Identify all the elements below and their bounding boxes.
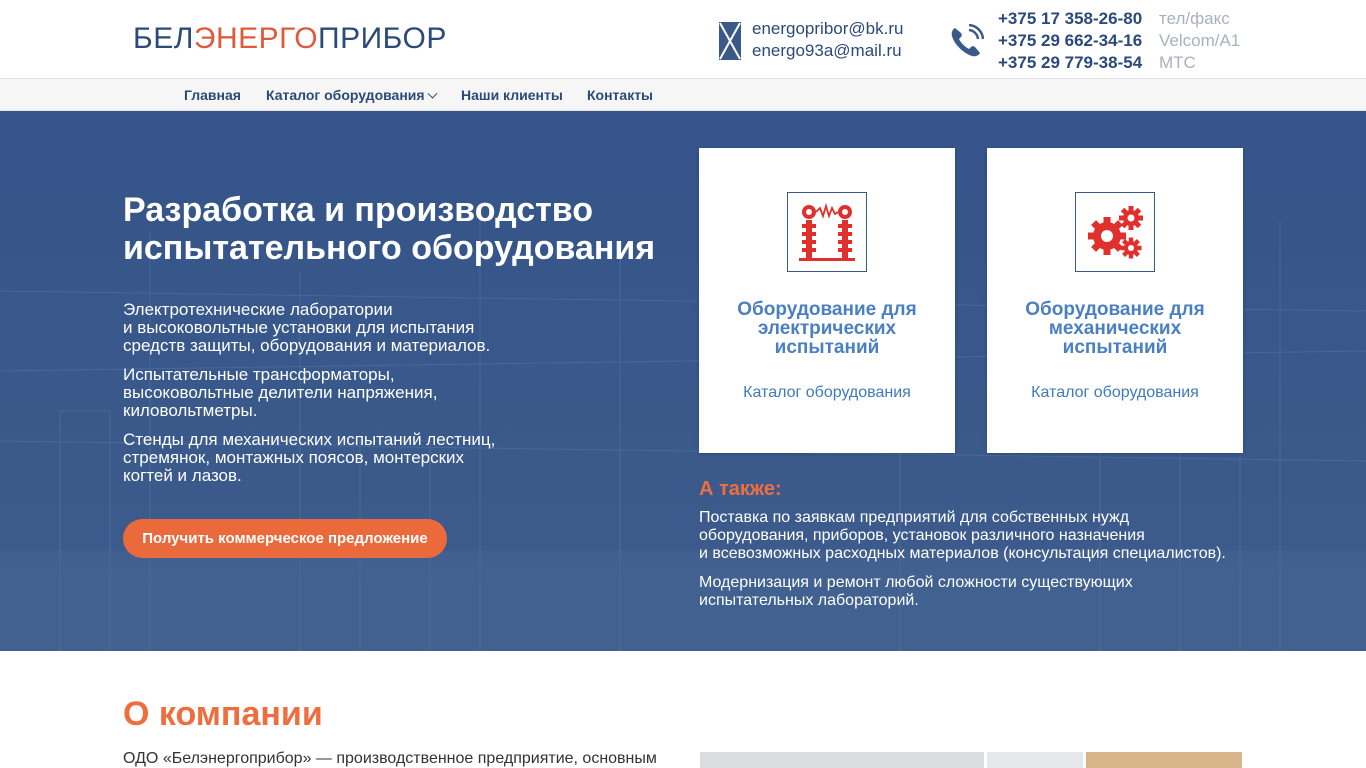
nav-home[interactable]: Главная: [184, 87, 241, 103]
nav-catalog-label: Каталог оборудования: [266, 87, 425, 103]
logo[interactable]: БЕЛЭНЕРГОПРИБОР: [123, 12, 446, 66]
phone-number[interactable]: +375 29 779-38-54: [998, 52, 1142, 74]
email-list: energopribor@bk.ru energo93a@mail.ru: [752, 18, 903, 62]
chevron-down-icon: [427, 88, 438, 99]
get-offer-button[interactable]: Получить коммерческое предложение: [123, 519, 447, 558]
card-title: Оборудование для механических испытаний: [1025, 299, 1205, 358]
phone-type: МТС: [1159, 53, 1196, 72]
about-text: ОДО «Белэнергоприбор» — производственное…: [123, 750, 657, 767]
hero-paragraph-transformers: Испытательные трансформаторы, высоковольт…: [123, 365, 438, 420]
nav-catalog[interactable]: Каталог оборудования: [266, 87, 438, 103]
card-title: Оборудование для электрических испытаний: [737, 299, 917, 358]
site-header: БЕЛЭНЕРГОПРИБОР energopribor@bk.ru energ…: [0, 0, 1366, 78]
phone-number[interactable]: +375 29 662-34-16: [998, 30, 1142, 52]
card-icon-frame: [787, 192, 867, 272]
catalog-link[interactable]: Каталог оборудования: [699, 384, 955, 402]
card-icon-frame: [1075, 192, 1155, 272]
phone-type: Velcom/A1: [1159, 31, 1241, 50]
about-heading: О компании: [123, 695, 323, 733]
phone-list: +375 17 358-26-80 +375 29 662-34-16 +375…: [998, 8, 1142, 74]
catalog-link[interactable]: Каталог оборудования: [987, 384, 1243, 402]
phone-type-list: тел/факс Velcom/A1 МТС: [1159, 8, 1240, 74]
hero-title-line: Разработка и производство: [123, 191, 593, 229]
phone-number[interactable]: +375 17 358-26-80: [998, 8, 1142, 30]
about-photo: [700, 752, 984, 768]
card-mechanical-equipment[interactable]: Оборудование для механических испытаний Ка…: [987, 148, 1243, 453]
nav-contacts[interactable]: Контакты: [587, 87, 653, 103]
hero-section: Разработка и производство испытательного…: [0, 111, 1366, 651]
card-electrical-equipment[interactable]: Оборудование для электрических испытаний К…: [699, 148, 955, 453]
logo-text: БЕЛЭНЕРГОПРИБОР: [133, 22, 447, 55]
email-link[interactable]: energo93a@mail.ru: [752, 40, 903, 62]
phone-type: тел/факс: [1159, 9, 1230, 28]
phone-icon: [951, 24, 984, 57]
about-photo: [987, 752, 1083, 768]
also-paragraph-supply: Поставка по заявкам предприятий для собс…: [699, 509, 1226, 562]
hero-paragraph-stands: Стенды для механических испытаний лестни…: [123, 430, 496, 485]
hero-paragraph-labs: Электротехнические лаборатории и высоково…: [123, 300, 491, 355]
also-paragraph-modernization: Модернизация и ремонт любой сложности су…: [699, 574, 1133, 609]
about-photo: [1086, 752, 1242, 768]
email-link[interactable]: energopribor@bk.ru: [752, 18, 903, 40]
hero-title-line: испытательного оборудования: [123, 229, 656, 267]
mail-icon: [719, 22, 741, 60]
nav-clients[interactable]: Наши клиенты: [461, 87, 563, 103]
transformer-icon: [799, 202, 855, 261]
main-nav: Главная Каталог оборудования Наши клиент…: [0, 78, 1366, 111]
also-heading: А также:: [699, 478, 782, 500]
hero-title: Разработка и производство испытательного…: [123, 191, 663, 267]
about-photo-strip: [700, 752, 1242, 768]
gears-icon: [1088, 206, 1143, 259]
